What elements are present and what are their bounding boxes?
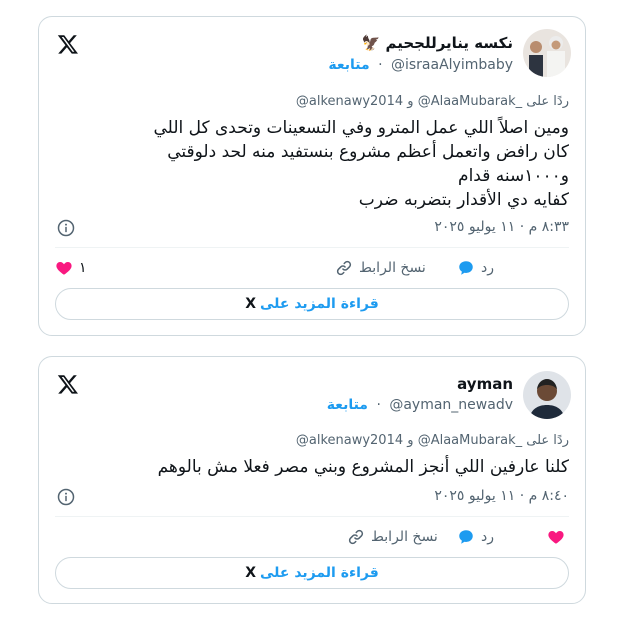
heart-icon [548,531,564,544]
divider [55,247,569,248]
author-name[interactable]: نكسه ينايرللجحيم 🦅 [362,34,513,52]
link-icon [348,529,364,545]
avatar-photo-icon [523,29,571,77]
separator-dot: · [378,57,383,73]
like-button[interactable]: ١ [55,259,87,277]
replying-to: ردًا على @AlaaMubarak_ و @alkenawy2014 [296,94,569,109]
separator-dot: · [376,397,381,413]
like-button[interactable] [547,528,565,546]
x-logo-icon[interactable] [57,373,79,395]
eagle-icon: 🦅 [361,34,381,52]
divider [55,516,569,517]
read-more-button[interactable]: قراءة المزيد على X [55,288,569,320]
avatar[interactable] [523,371,571,419]
reply-button[interactable]: رد [457,528,494,546]
author-handle[interactable]: @israaAlyimbaby [391,57,513,73]
copy-link-label: نسخ الرابط [371,529,438,545]
read-more-label: قراءة المزيد على [260,296,379,312]
reply-button[interactable]: رد [457,259,494,277]
tweet-card: نكسه ينايرللجحيم 🦅 متابعة · @israaAlyimb… [38,16,586,336]
reply-icon [459,261,473,275]
info-icon[interactable] [57,488,75,506]
follow-button[interactable]: متابعة [328,57,369,73]
copy-link-button[interactable]: نسخ الرابط [335,259,426,277]
reply-prefix: ردًا على [526,433,569,448]
handle-row: متابعة · @israaAlyimbaby [328,57,513,73]
author-name[interactable]: ayman [457,375,513,393]
info-icon[interactable] [57,219,75,237]
author-name-text: نكسه ينايرللجحيم [385,34,513,52]
read-more-x: X [245,296,257,312]
read-more-x: X [245,565,257,581]
mention-link[interactable]: @AlaaMubarak_ [418,94,522,109]
avatar-photo-icon [523,371,571,419]
read-more-label: قراءة المزيد على [260,565,379,581]
replying-to: ردًا على @AlaaMubarak_ و @alkenawy2014 [296,433,569,448]
like-count: ١ [79,260,87,276]
follow-button[interactable]: متابعة [327,397,368,413]
tweet-text: كلنا عارفين اللي أنجز المشروع وبني مصر ف… [157,457,569,477]
handle-row: متابعة · @ayman_newadv [327,397,513,413]
mention-link[interactable]: @alkenawy2014 [296,94,403,109]
tweet-text: ومين اصلاً اللي عمل المترو وفي التسعينات… [153,118,569,210]
avatar[interactable] [523,29,571,77]
tweet-card: ayman متابعة · @ayman_newadv ردًا على @A… [38,356,586,604]
timestamp[interactable]: ٨:٣٣ م · ١١ يوليو ٢٠٢٥ [434,219,569,235]
reply-label: رد [481,529,494,545]
copy-link-button[interactable]: نسخ الرابط [347,528,438,546]
reply-and: و [407,433,414,448]
heart-icon [56,262,72,275]
reply-prefix: ردًا على [526,94,569,109]
mention-link[interactable]: @alkenawy2014 [296,433,403,448]
author-handle[interactable]: @ayman_newadv [389,397,513,413]
mention-link[interactable]: @AlaaMubarak_ [418,433,522,448]
reply-label: رد [481,260,494,276]
reply-icon [459,530,473,544]
reply-and: و [407,94,414,109]
x-logo-icon[interactable] [57,33,79,55]
timestamp[interactable]: ٨:٤٠ م · ١١ يوليو ٢٠٢٥ [434,488,569,504]
read-more-button[interactable]: قراءة المزيد على X [55,557,569,589]
link-icon [336,260,352,276]
copy-link-label: نسخ الرابط [359,260,426,276]
